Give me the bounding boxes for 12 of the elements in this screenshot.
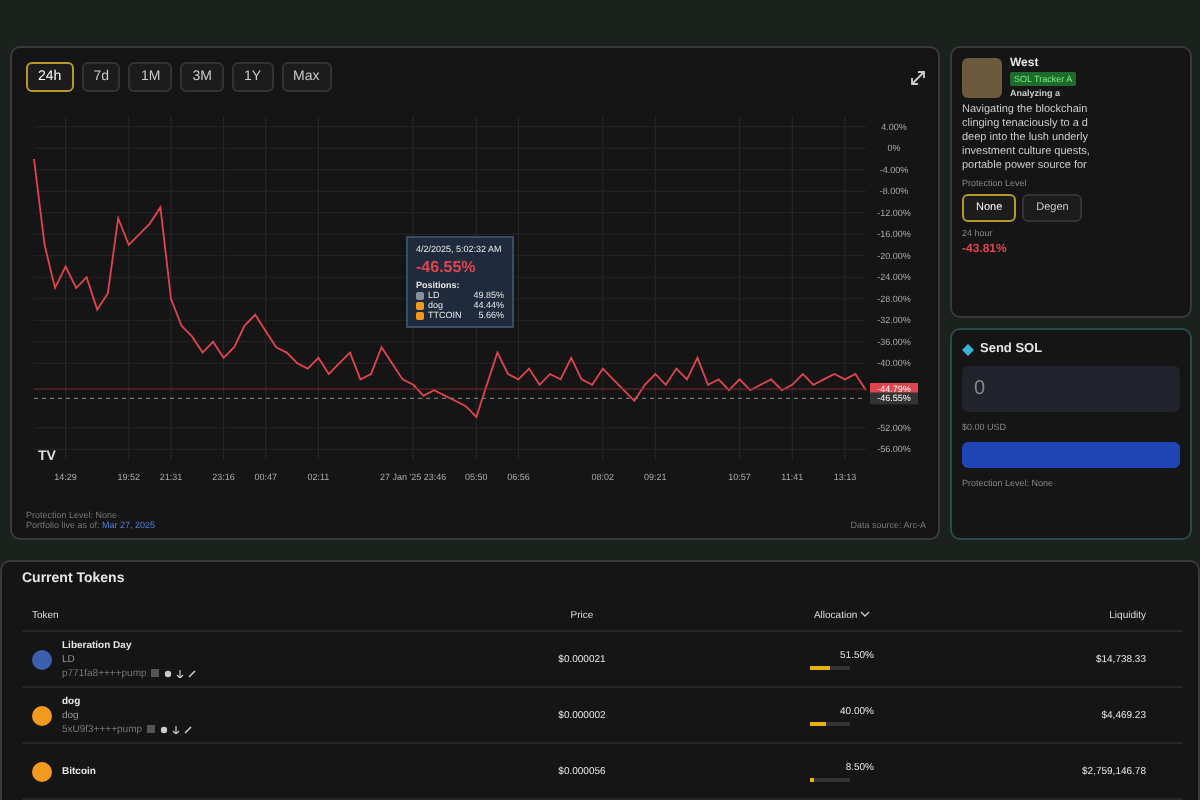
amount-field[interactable]: 0 xyxy=(962,366,1180,412)
tooltip-change: -46.55% xyxy=(416,258,478,276)
avatar-placeholder xyxy=(962,58,1002,98)
arrow-down-icon[interactable] xyxy=(172,725,181,733)
dot-icon[interactable] xyxy=(164,669,173,677)
pencil-icon[interactable] xyxy=(184,725,193,733)
chevron-icon xyxy=(860,610,871,618)
pencil-icon[interactable] xyxy=(188,669,197,677)
expand-icon[interactable] xyxy=(910,69,926,85)
arrow-down-icon[interactable] xyxy=(176,669,185,677)
diamond-icon xyxy=(962,343,974,355)
dot-icon[interactable] xyxy=(160,725,169,733)
